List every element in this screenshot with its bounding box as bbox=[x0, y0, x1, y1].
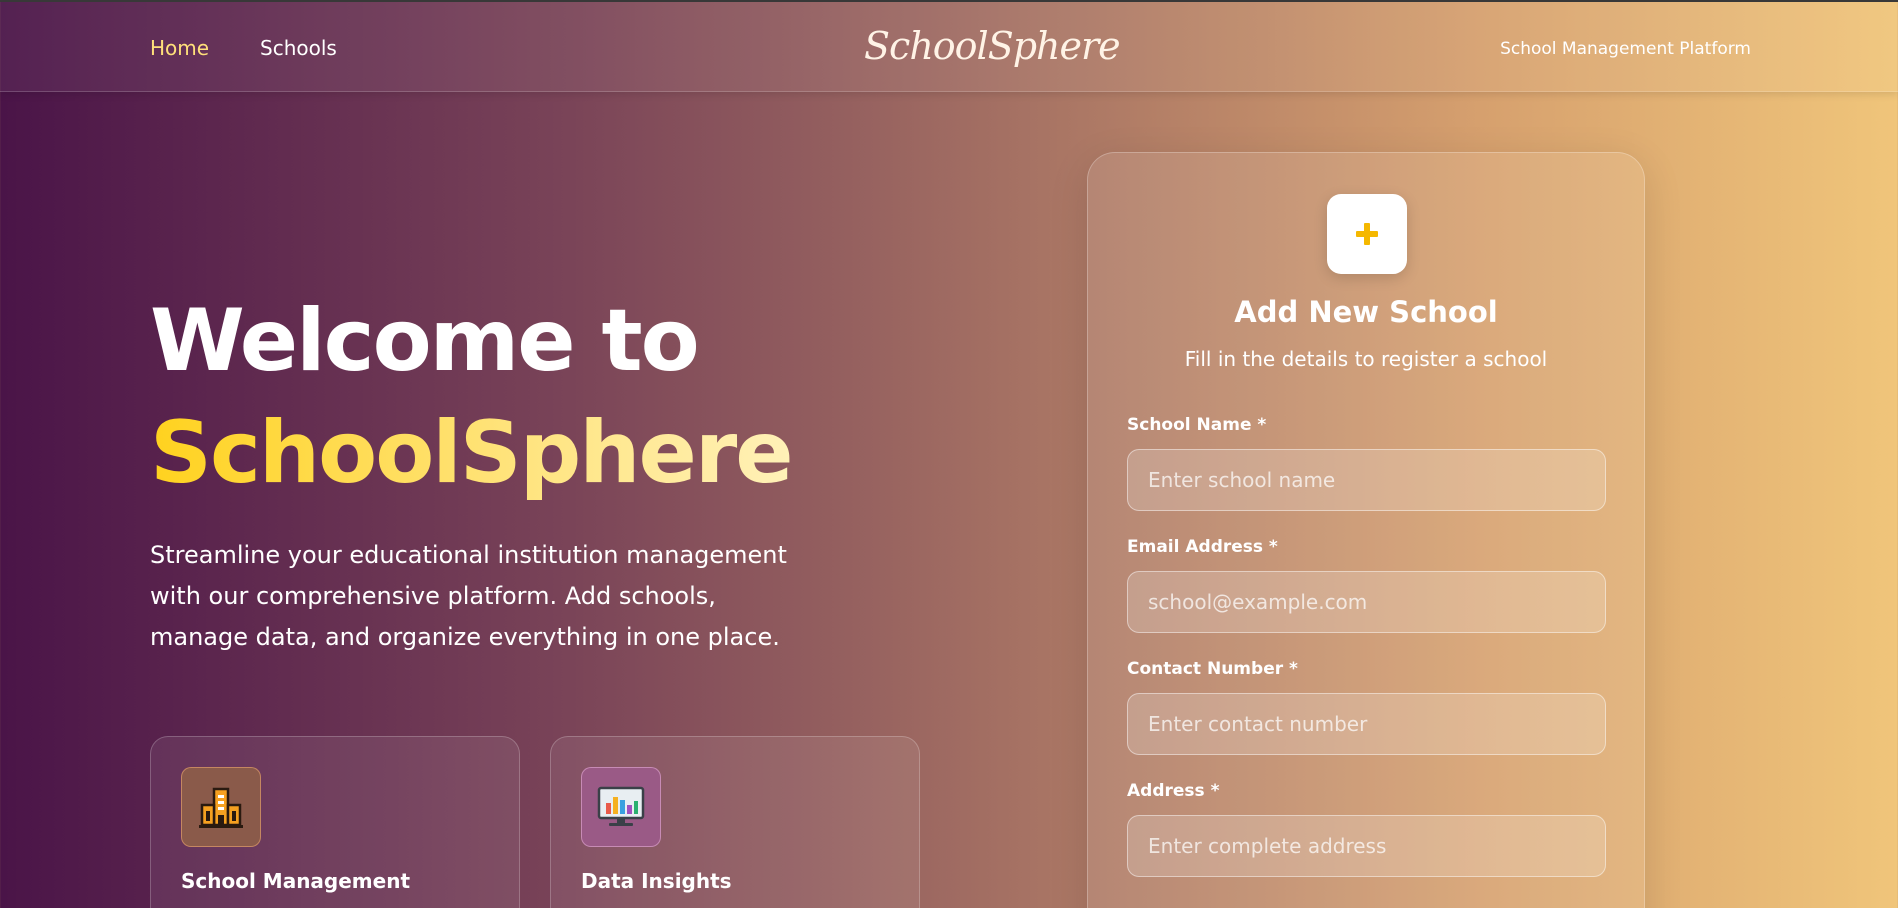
hero-title: Welcome to SchoolSphere bbox=[150, 285, 794, 509]
feature-title: School Management bbox=[181, 869, 411, 893]
email-input[interactable] bbox=[1127, 571, 1606, 633]
feature-card-school-management[interactable]: School Management bbox=[150, 736, 520, 908]
hero-title-line2: SchoolSphere bbox=[150, 397, 794, 509]
school-name-input[interactable] bbox=[1127, 449, 1606, 511]
brand-logo[interactable]: SchoolSphere bbox=[864, 24, 1121, 68]
address-input[interactable] bbox=[1127, 815, 1606, 877]
nav-link-home[interactable]: Home bbox=[150, 36, 209, 60]
add-school-form: Add New School Fill in the details to re… bbox=[1087, 152, 1645, 908]
feature-title: Data Insights bbox=[581, 869, 732, 893]
nav-link-schools[interactable]: Schools bbox=[260, 36, 337, 60]
contact-number-input[interactable] bbox=[1127, 693, 1606, 755]
top-navbar: Home Schools SchoolSphere School Managem… bbox=[0, 2, 1898, 92]
email-label: Email Address * bbox=[1127, 537, 1278, 557]
contact-number-label: Contact Number * bbox=[1127, 659, 1298, 679]
school-name-label: School Name * bbox=[1127, 415, 1267, 435]
chart-monitor-icon bbox=[581, 767, 661, 847]
hero-title-line1: Welcome to bbox=[150, 291, 700, 391]
school-building-icon bbox=[181, 767, 261, 847]
form-subtitle: Fill in the details to register a school bbox=[1184, 347, 1548, 371]
feature-card-data-insights[interactable]: Data Insights bbox=[550, 736, 920, 908]
plus-icon bbox=[1327, 194, 1407, 274]
address-label: Address * bbox=[1127, 781, 1220, 801]
hero-description: Streamline your educational institution … bbox=[150, 541, 787, 651]
form-title: Add New School bbox=[1234, 295, 1498, 329]
platform-tagline: School Management Platform bbox=[1500, 39, 1751, 59]
